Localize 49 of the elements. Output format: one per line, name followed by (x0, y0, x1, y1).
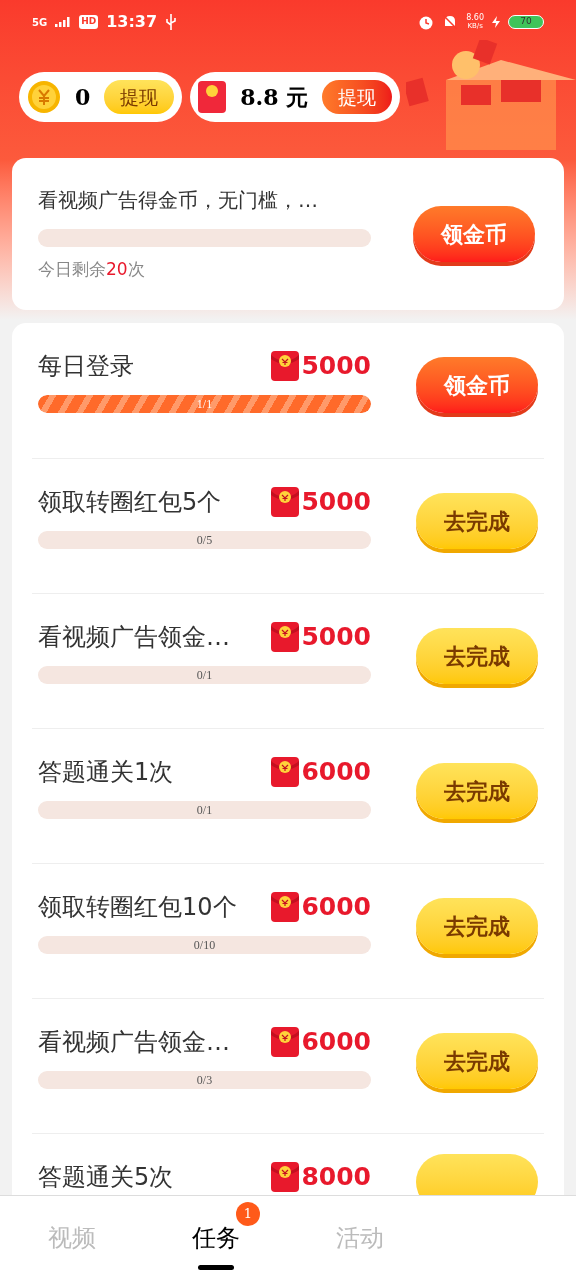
active-tab-indicator (198, 1265, 234, 1270)
task-title: 答题通关5次 (38, 1163, 174, 1191)
reward-amount: 8000 (301, 1163, 371, 1191)
reward-amount: 6000 (301, 893, 371, 921)
envelope-icon (271, 351, 300, 381)
go-complete-button[interactable] (416, 1154, 538, 1195)
balance-amount: 0 (75, 82, 91, 112)
signal-icon (55, 17, 72, 27)
task-title: 领取转圈红包10个 (38, 893, 237, 921)
task-title: 看视频广告得金币，无门槛，… (38, 187, 319, 215)
battery-icon: 70 (508, 15, 544, 29)
reward-amount: 6000 (301, 758, 371, 786)
coin-icon (27, 80, 61, 114)
withdraw-button[interactable]: 提现 (104, 80, 175, 114)
charging-icon (492, 16, 500, 28)
progress-text: 0/1 (195, 802, 214, 819)
speed-text: 8.60 (466, 13, 484, 22)
reward-amount: 5000 (301, 352, 371, 380)
task-title: 答题通关1次 (38, 758, 174, 786)
notification-badge: 1 (236, 1202, 260, 1226)
task-title: 看视频广告领金… (38, 1028, 230, 1056)
progress-text: 0/10 (192, 937, 217, 954)
progress-text: 0/1 (195, 667, 214, 684)
reward-amount: 5000 (301, 488, 371, 516)
progress-text: 0/3 (195, 1072, 214, 1089)
envelope-icon (271, 622, 300, 652)
clock-text: 13:37 (106, 11, 158, 33)
progress-text: 1/1 (195, 396, 214, 413)
envelope-icon (271, 1027, 300, 1057)
remaining-text: 今日剩余20次 (38, 258, 146, 282)
envelope-icon (271, 892, 300, 922)
bell-muted-icon (442, 14, 459, 30)
reward-amount: 5000 (301, 623, 371, 651)
task-title: 看视频广告领金… (38, 623, 230, 651)
hd-badge: HD (79, 15, 99, 29)
usb-icon (165, 14, 178, 30)
envelope-icon (198, 81, 227, 113)
network-text: 5G (32, 15, 48, 30)
envelope-icon (271, 1162, 300, 1192)
withdraw-button[interactable]: 提现 (322, 80, 393, 114)
task-title: 领取转圈红包5个 (38, 488, 222, 516)
task-title: 每日登录 (38, 352, 134, 380)
envelope-icon (271, 487, 300, 517)
reward-amount: 6000 (301, 1028, 371, 1056)
alarm-icon (418, 14, 435, 30)
envelope-icon (271, 757, 300, 787)
progress-text: 0/5 (195, 532, 214, 549)
nav-tab[interactable]: 任务 1 (144, 1196, 288, 1280)
balance-amount: 8.8 元 (240, 82, 309, 112)
